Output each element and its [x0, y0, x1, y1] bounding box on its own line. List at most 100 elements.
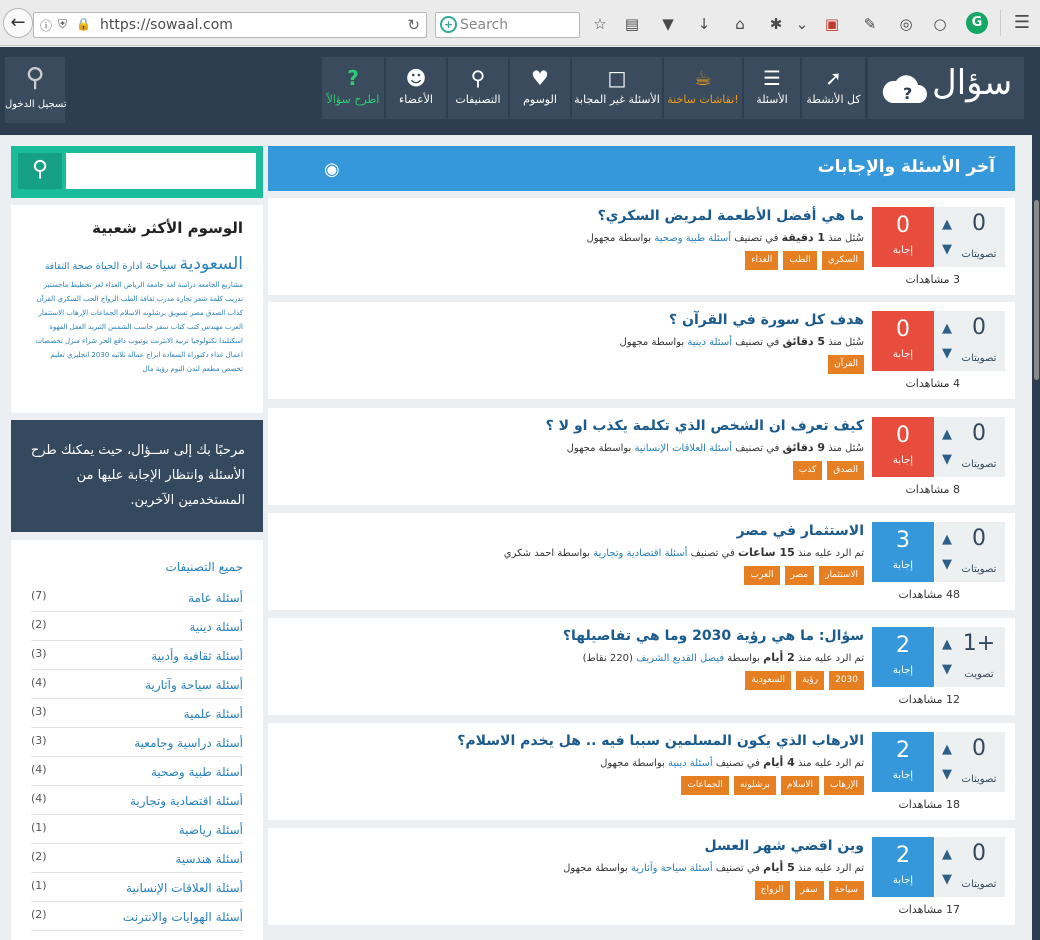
tag-link[interactable]: السعودية	[180, 254, 243, 274]
category-name[interactable]: أسئلة طبية وصحية	[151, 765, 243, 779]
question-tag[interactable]: 2030	[829, 671, 864, 690]
nav-ask[interactable]: ? اطرح سؤالاً	[322, 57, 384, 119]
screenshot-icon[interactable]: ✎	[860, 14, 880, 34]
question-tag[interactable]: الاستثمار	[819, 566, 864, 585]
vote-up-icon[interactable]: ▲	[939, 212, 955, 237]
question-title[interactable]: هدف كل سورة في القرآن ؟	[284, 311, 864, 329]
tag-link[interactable]: الثقافة	[45, 262, 69, 272]
login-button[interactable]: ⚲ تسجيل الدخول	[5, 57, 67, 123]
question-tag[interactable]: السعودية	[745, 671, 792, 690]
vote-up-icon[interactable]: ▲	[939, 842, 955, 867]
category-item[interactable]: أسئلة اقتصادية وتجارية (4)	[31, 786, 243, 815]
category-name[interactable]: أسئلة دينية	[189, 620, 243, 634]
tag-cloud-small[interactable]: مشاريع الجامعة دراسة لغة جامعة الرياض ال…	[31, 278, 243, 376]
sidebar-search-input[interactable]	[66, 153, 256, 189]
scrollbar-thumb[interactable]	[1034, 200, 1039, 380]
category-name[interactable]: أسئلة ثقافية وأدبية	[151, 649, 243, 663]
reload-icon[interactable]: ↻	[407, 16, 420, 34]
answer-count-box[interactable]: 2 إجابة	[872, 732, 934, 792]
vote-up-icon[interactable]: ▲	[939, 422, 955, 447]
vote-down-icon[interactable]: ▼	[939, 552, 955, 577]
category-item[interactable]: أسئلة ثقافية وأدبية (3)	[31, 641, 243, 670]
nav-categories[interactable]: ⚲ التصنيفات	[448, 57, 508, 119]
tag-link[interactable]: ادارة	[122, 261, 142, 272]
question-tag[interactable]: العرب	[744, 566, 780, 585]
question-tag[interactable]: الغذاء	[745, 251, 779, 270]
answer-count-box[interactable]: 3 إجابة	[872, 522, 934, 582]
meta-category-link[interactable]: فيصل القديع الشريف	[636, 653, 724, 664]
globe-icon[interactable]: ◎	[896, 14, 916, 34]
tag-link[interactable]: الحياة	[96, 261, 120, 272]
category-item[interactable]: أسئلة علمية (3)	[31, 699, 243, 728]
nav-tags[interactable]: ♥ الوسوم	[510, 57, 570, 119]
category-name[interactable]: أسئلة سياحة وآثارية	[145, 678, 243, 692]
pocket-icon[interactable]: ▼	[658, 14, 678, 34]
question-title[interactable]: الاستثمار في مصر	[284, 522, 864, 540]
question-tag[interactable]: كذب	[792, 461, 823, 480]
vote-up-icon[interactable]: ▲	[939, 632, 955, 657]
question-title[interactable]: الارهاب الذي يكون المسلمين سببا فيه .. ه…	[284, 732, 864, 750]
site-logo[interactable]: ? سؤال	[868, 57, 1024, 119]
nav-all-activity[interactable]: ➚ كل الأنشطة	[802, 57, 865, 119]
shield-icon[interactable]: ⛨	[58, 17, 67, 32]
vote-down-icon[interactable]: ▼	[939, 867, 955, 892]
question-tag[interactable]: رؤية	[796, 671, 825, 690]
question-tag[interactable]: السكري	[821, 251, 864, 270]
tag-link[interactable]: سياحة	[145, 258, 176, 272]
nav-users[interactable]: ☻ الأعضاء	[386, 57, 446, 119]
vote-up-icon[interactable]: ▲	[939, 527, 955, 552]
category-name[interactable]: أسئلة العلاقات الإنسانية	[126, 881, 243, 895]
nav-questions[interactable]: ☰ الأسئلة	[744, 57, 800, 119]
extension-bug-icon[interactable]: ✱	[766, 14, 786, 34]
nav-unanswered[interactable]: □ الأسئلة غير المجابة	[572, 57, 662, 119]
meta-category-link[interactable]: أسئلة اقتصادية وتجارية	[593, 548, 687, 559]
category-item[interactable]: أسئلة سياحة وآثارية (4)	[31, 670, 243, 699]
chevron-down-icon[interactable]: ⌄	[792, 14, 812, 34]
category-name[interactable]: أسئلة الهوايات والانترنت	[123, 910, 243, 924]
vote-down-icon[interactable]: ▼	[939, 657, 955, 682]
question-tag[interactable]: الإرهاب	[824, 776, 864, 795]
answer-count-box[interactable]: 2 إجابة	[872, 837, 934, 897]
meta-category-link[interactable]: أسئلة سياحة وآثارية	[631, 863, 713, 874]
meta-category-link[interactable]: أسئلة طبية وصحية	[654, 233, 731, 244]
vote-up-icon[interactable]: ▲	[939, 737, 955, 762]
home-icon[interactable]: ⌂	[730, 14, 750, 34]
question-tag[interactable]: مصر	[784, 566, 815, 585]
download-icon[interactable]: ↓	[694, 14, 714, 34]
question-tag[interactable]: الصدق	[827, 461, 864, 480]
question-tag[interactable]: الزواج	[754, 881, 790, 900]
question-tag[interactable]: الطب	[783, 251, 817, 270]
category-name[interactable]: أسئلة دراسية وجامعية	[134, 736, 243, 750]
answer-count-box[interactable]: 2 إجابة	[872, 627, 934, 687]
rss-icon[interactable]: ◉	[324, 159, 340, 180]
reading-list-icon[interactable]: ▤	[622, 14, 642, 34]
question-title[interactable]: ما هي أفضل الأطعمة لمريض السكري؟	[284, 207, 864, 225]
search-button[interactable]: ⚲	[18, 153, 62, 189]
grammarly-icon[interactable]: G	[966, 12, 988, 34]
browser-search-input[interactable]: + Search	[435, 12, 580, 38]
meta-category-link[interactable]: أسئلة دينية	[668, 758, 713, 769]
url-text[interactable]: https://sowaal.com	[100, 17, 233, 33]
meta-category-link[interactable]: أسئلة العلاقات الإنسانية	[635, 443, 732, 454]
category-item[interactable]: أسئلة رياضية (1)	[31, 815, 243, 844]
question-title[interactable]: وين اقضي شهر العسل	[284, 837, 864, 855]
question-title[interactable]: سؤال: ما هي رؤية 2030 وما هي تفاصيلها؟	[284, 627, 864, 645]
question-tag[interactable]: الجماعات	[681, 776, 729, 795]
question-tag[interactable]: برشلونه	[733, 776, 776, 795]
category-item[interactable]: أسئلة طبية وصحية (4)	[31, 757, 243, 786]
category-name[interactable]: أسئلة علمية	[184, 707, 243, 721]
answer-count-box[interactable]: 0 إجابة	[872, 311, 934, 371]
address-bar[interactable]: ⓘ ⛨ 🔒 https://sowaal.com ↻	[33, 12, 427, 38]
category-item[interactable]: أسئلة هندسية (2)	[31, 844, 243, 873]
search-engine-icon[interactable]: +	[440, 16, 457, 33]
question-tag[interactable]: سياحة	[828, 881, 864, 900]
vote-down-icon[interactable]: ▼	[939, 237, 955, 262]
category-item[interactable]: أسئلة العلاقات الإنسانية (1)	[31, 873, 243, 902]
answer-count-box[interactable]: 0 إجابة	[872, 417, 934, 477]
vote-down-icon[interactable]: ▼	[939, 341, 955, 366]
category-name[interactable]: أسئلة اقتصادية وتجارية	[130, 794, 243, 808]
question-tag[interactable]: الاسلام	[780, 776, 820, 795]
tag-link[interactable]: صحة	[72, 261, 92, 272]
category-item[interactable]: أسئلة الهوايات والانترنت (2)	[31, 902, 243, 931]
category-item[interactable]: أسئلة عامة (7)	[31, 583, 243, 612]
